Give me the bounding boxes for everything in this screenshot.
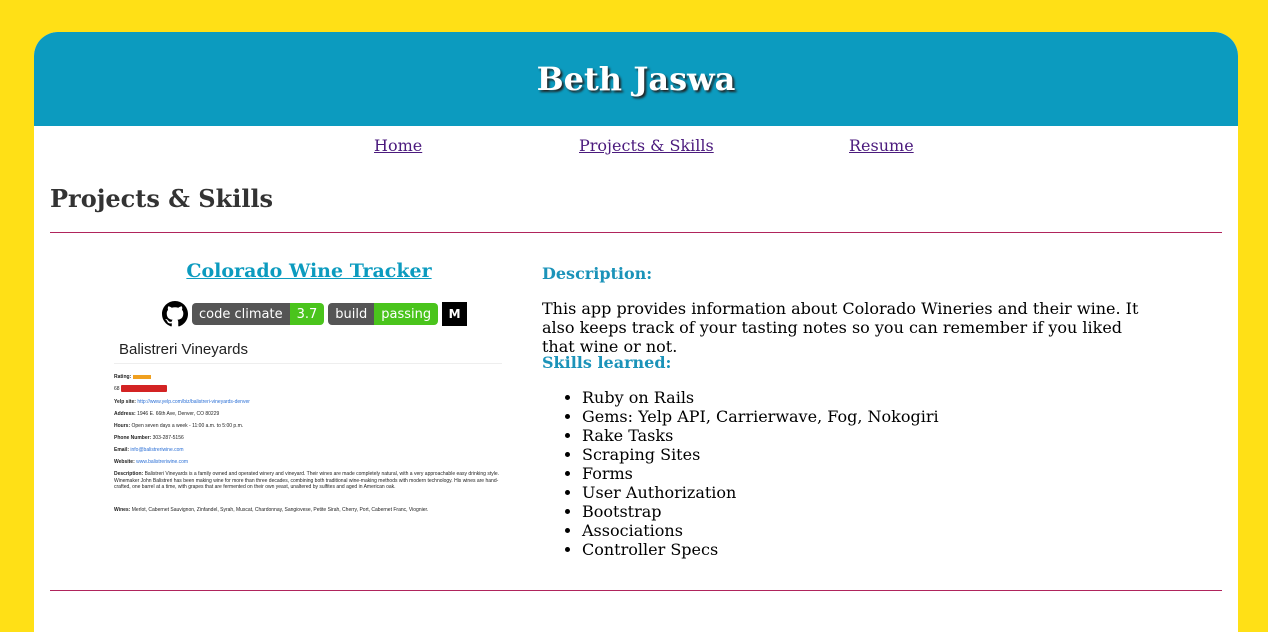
screenshot-title: Balistreri Vineyards [119,341,248,358]
divider-bottom [50,590,1222,591]
screenshot-hours: Open seven days a week - 11:00 a.m. to 5… [131,423,244,429]
page-title: Projects & Skills [50,184,274,213]
skill-item: Rake Tasks [582,426,939,445]
screenshot-count: 68 [114,385,120,392]
skill-item: User Authorization [582,483,939,502]
build-badge-label: build [328,303,375,325]
screenshot-phone-row: Phone Number: 303-287-5156 [114,435,184,441]
screenshot-email-label: Email: [114,447,130,453]
screenshot-divider [114,363,502,364]
project-description: This app provides information about Colo… [542,299,1139,356]
screenshot-wines-label: Wines: [114,507,131,513]
screenshot-description-label: Description: [114,471,144,477]
skill-item: Controller Specs [582,540,939,559]
badge-row: code climate 3.7 build passing M [162,301,468,327]
screenshot-website-label: Website: [114,459,135,465]
screenshot-address: 1946 E. 66th Ave, Denver, CO 80229 [137,411,220,417]
screenshot-description: Balistreri Vineyards is a family owned a… [114,471,500,490]
yelp-reviews-icon [120,385,167,392]
project-title-link[interactable]: Colorado Wine Tracker [110,260,508,282]
screenshot-wines-row: Wines: Merlot, Cabernet Sauvignon, Zinfa… [114,507,504,514]
screenshot-yelp-url: http://www.yelp.com/biz/balistreri-viney… [137,399,250,405]
screenshot-hours-label: Hours: [114,423,131,429]
nav-link-home[interactable]: Home [374,136,422,155]
screenshot-website-row: Website: www.balistreriwine.com [114,459,188,465]
screenshot-phone: 303-287-5156 [152,435,184,441]
screenshot-website: www.balistreriwine.com [136,459,189,465]
screenshot-address-row: Address: 1946 E. 66th Ave, Denver, CO 80… [114,411,219,417]
screenshot-yelp-row: Yelp site: http://www.yelp.com/biz/balis… [114,399,250,405]
screenshot-email: info@balistreriwine.com [130,447,184,453]
skill-item: Forms [582,464,939,483]
skills-heading: Skills learned: [542,353,672,372]
code-climate-badge-value: 3.7 [289,303,325,325]
skill-item: Ruby on Rails [582,388,939,407]
description-heading: Description: [542,264,653,283]
screenshot-rating: Rating: [114,374,151,380]
screenshot-yelp-label: Yelp site: [114,399,136,405]
screenshot-wines: Merlot, Cabernet Sauvignon, Zinfandel, S… [131,507,429,513]
skill-item: Bootstrap [582,502,939,521]
screenshot-review-count: 68 [114,385,167,392]
site-header: Beth Jaswa [34,32,1238,126]
project-screenshot: Balistreri Vineyards Rating: 68 Yelp sit… [110,334,508,520]
build-status-badge[interactable]: build passing [328,303,439,325]
skill-item: Associations [582,521,939,540]
divider-top [50,232,1222,233]
screenshot-phone-label: Phone Number: [114,435,152,441]
skill-item: Scraping Sites [582,445,939,464]
build-badge-value: passing [374,303,439,325]
skill-item: Gems: Yelp API, Carrierwave, Fog, Nokogi… [582,407,939,426]
screenshot-rating-label: Rating: [114,374,132,380]
skills-list: Ruby on Rails Gems: Yelp API, Carrierwav… [542,388,939,559]
screenshot-address-label: Address: [114,411,136,417]
screenshot-email-row: Email: info@balistreriwine.com [114,447,184,453]
site-title: Beth Jaswa [536,60,736,98]
rating-stars-icon [132,374,151,379]
code-climate-badge[interactable]: code climate 3.7 [192,303,325,325]
github-icon[interactable] [162,301,188,327]
nav-link-resume[interactable]: Resume [849,136,914,155]
screenshot-hours-row: Hours: Open seven days a week - 11:00 a.… [114,423,243,429]
main-nav: Home Projects & Skills Resume [34,126,1238,166]
code-climate-badge-label: code climate [192,303,290,325]
medium-badge[interactable]: M [442,302,468,326]
nav-link-projects-skills[interactable]: Projects & Skills [579,136,714,155]
screenshot-description-row: Description: Balistreri Vineyards is a f… [114,471,504,491]
